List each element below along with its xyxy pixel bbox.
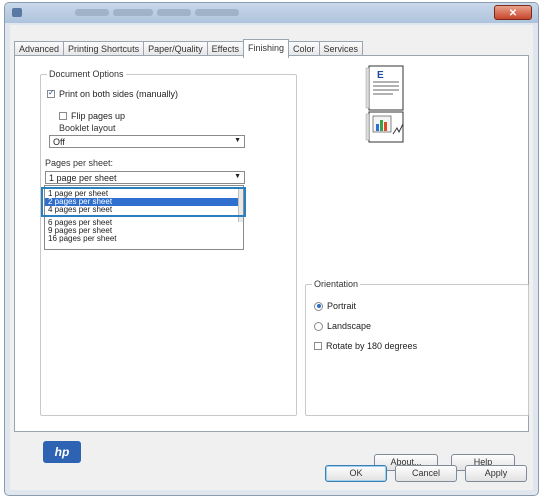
chevron-down-icon: ▼ [234,173,241,180]
flip-pages-up-label: Flip pages up [71,111,126,121]
close-icon: ✕ [508,8,518,19]
title-text-blurred [75,9,109,16]
chevron-down-icon: ▼ [234,137,241,144]
landscape-label: Landscape [327,321,372,331]
orientation-label: Orientation [312,279,361,289]
rotate-row[interactable]: Rotate by 180 degrees [314,341,417,351]
document-preview-icon: E [365,65,404,143]
title-text-blurred [157,9,191,16]
apply-button[interactable]: Apply [465,465,527,482]
hp-logo: hp [43,441,81,463]
callout-highlight [41,187,246,217]
pages-per-sheet-value: 1 page per sheet [49,173,117,183]
print-both-sides-checkbox[interactable] [47,88,55,98]
flip-pages-up-row[interactable]: Flip pages up [59,111,125,121]
tab-finishing[interactable]: Finishing [242,39,289,58]
landscape-row[interactable]: Landscape [314,321,371,331]
finishing-panel: Document Options Print on both sides (ma… [14,55,529,471]
portrait-radio[interactable] [314,301,323,311]
close-button[interactable]: ✕ [494,5,532,20]
printer-properties-window: ✕ Advanced Printing Shortcuts Paper/Qual… [4,2,539,496]
app-icon [12,8,22,17]
tab-strip: Advanced Printing Shortcuts Paper/Qualit… [14,39,364,58]
ok-button[interactable]: OK [325,465,387,482]
dropdown-option[interactable]: 9 pages per sheet [45,227,243,235]
print-both-sides-label: Print on both sides (manually) [59,89,179,99]
orientation-group: Orientation Portrait Landscape Rotate by… [305,279,529,416]
dropdown-option[interactable]: 16 pages per sheet [45,235,243,243]
pages-per-sheet-label: Pages per sheet: [45,158,114,168]
title-text-blurred [113,9,153,16]
rotate-label: Rotate by 180 degrees [326,341,418,351]
booklet-layout-select[interactable]: Off ▼ [49,135,245,148]
rotate-checkbox[interactable] [314,342,322,350]
document-options-group: Document Options Print on both sides (ma… [40,69,297,416]
pages-per-sheet-select[interactable]: 1 page per sheet ▼ [45,171,245,184]
portrait-row[interactable]: Portrait [314,301,356,311]
landscape-radio[interactable] [314,321,323,331]
portrait-label: Portrait [327,301,357,311]
document-options-label: Document Options [47,69,126,79]
dialog-client-area: Advanced Printing Shortcuts Paper/Qualit… [10,25,533,490]
svg-text:E: E [377,70,384,81]
flip-pages-up-checkbox[interactable] [59,112,67,120]
title-text-blurred [195,9,239,16]
dropdown-option[interactable]: 6 pages per sheet [45,219,243,227]
print-both-sides-row[interactable]: Print on both sides (manually) [47,88,179,99]
booklet-layout-value: Off [53,137,65,147]
booklet-layout-label: Booklet layout [59,123,116,133]
title-bar[interactable]: ✕ [5,3,538,23]
cancel-button[interactable]: Cancel [395,465,457,482]
